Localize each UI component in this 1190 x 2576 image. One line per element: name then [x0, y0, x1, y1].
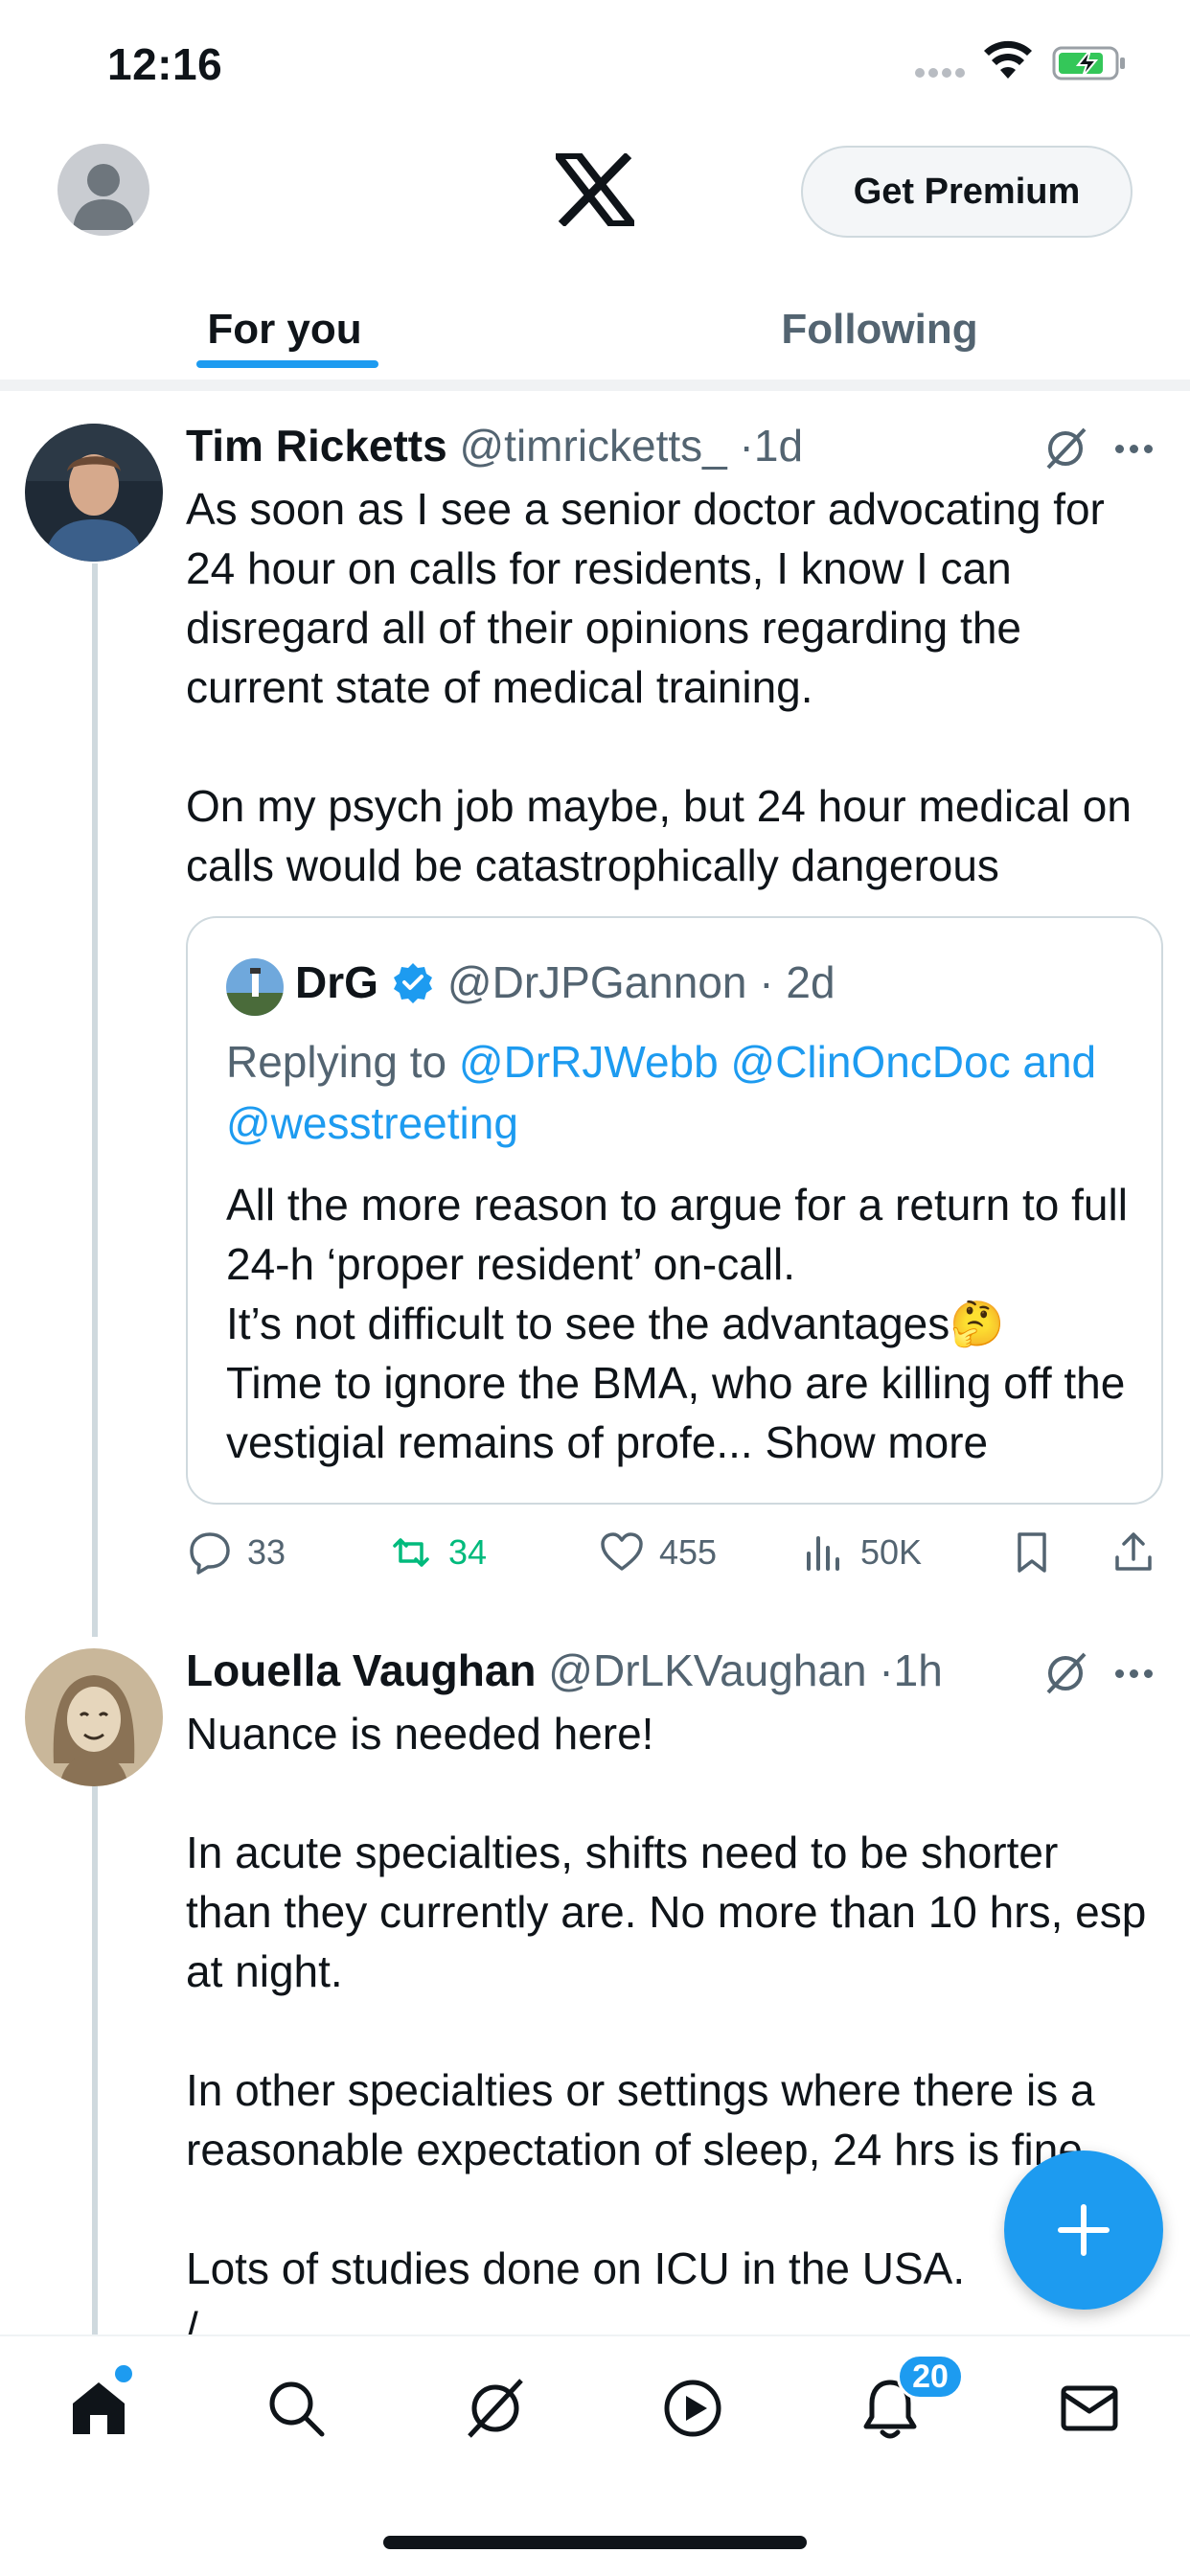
views-chart-icon [807, 1536, 839, 1571]
grok-icon[interactable] [1042, 426, 1088, 472]
tweet-actions: 33 34 455 50K [186, 1524, 1163, 1581]
repost-count: 34 [448, 1532, 488, 1572]
more-options-icon[interactable] [1115, 1666, 1161, 1685]
tab-following[interactable]: Following [569, 278, 1190, 381]
quoted-text-content: All the more reason to argue for a retur… [226, 1180, 1128, 1467]
quoted-header: DrG @DrJPGannon · 2d [295, 956, 835, 1008]
battery-charging-icon [1052, 46, 1125, 80]
default-avatar-icon [73, 164, 134, 230]
author-name[interactable]: Tim Ricketts [186, 421, 447, 471]
verified-badge-icon [393, 963, 432, 1003]
bookmark-button[interactable] [1008, 1524, 1069, 1581]
home-icon [73, 2382, 125, 2434]
plus-icon [1058, 2204, 1110, 2256]
author-handle[interactable]: @timricketts_ [459, 421, 726, 471]
quoted-author-name: DrG [295, 957, 378, 1007]
author-handle[interactable]: @DrLKVaughan [548, 1645, 866, 1695]
repost-icon [393, 1538, 429, 1567]
thread-line [92, 564, 98, 1637]
share-button[interactable] [1110, 1524, 1171, 1581]
home-unread-dot [115, 2365, 132, 2382]
quoted-author-handle: @DrJPGannon [446, 957, 747, 1007]
play-icon [664, 2380, 721, 2437]
notifications-badge: 20 [897, 2354, 964, 2400]
grok-icon [468, 2379, 523, 2438]
tweet-time: 1d [753, 421, 804, 471]
tweet-text: As soon as I see a senior doctor advocat… [186, 484, 1132, 890]
mail-icon [1061, 2385, 1118, 2431]
get-premium-button[interactable]: Get Premium [801, 146, 1133, 238]
replying-to-prefix: Replying to [226, 1037, 459, 1087]
nav-messages[interactable] [1046, 2365, 1133, 2451]
tweet-avatar[interactable] [25, 424, 163, 562]
status-time: 12:16 [107, 39, 223, 89]
profile-avatar-button[interactable] [57, 144, 149, 236]
quoted-tweet[interactable]: DrG @DrJPGannon · 2d Replying to @DrRJWe… [186, 916, 1163, 1505]
header: Get Premium For you Following [0, 134, 1190, 383]
compose-post-button[interactable] [1004, 2150, 1163, 2310]
divider [0, 380, 1190, 391]
author-name[interactable]: Louella Vaughan [186, 1645, 537, 1695]
separator-dot: · [746, 957, 787, 1007]
home-indicator [383, 2536, 807, 2549]
separator-dot: · [739, 421, 754, 471]
x-logo-icon [556, 153, 634, 226]
tweet-header: Tim Ricketts @timricketts_ ·1d [186, 420, 803, 472]
status-bar: 12:16 [0, 0, 1190, 134]
cellular-signal-icon [915, 65, 971, 79]
grok-icon[interactable] [1042, 1650, 1088, 1696]
share-icon [1115, 1532, 1152, 1571]
heart-icon [601, 1532, 643, 1571]
bookmark-icon [1018, 1532, 1046, 1573]
quoted-tweet-text: All the more reason to argue for a retur… [226, 1175, 1146, 1472]
show-more-link[interactable]: Show more [765, 1417, 988, 1467]
nav-video[interactable] [650, 2365, 736, 2451]
tweet-header: Louella Vaughan @DrLKVaughan ·1h [186, 1644, 943, 1696]
tweet-time: 1h [893, 1645, 943, 1695]
tab-selected-indicator [196, 360, 378, 368]
reply-icon [190, 1532, 230, 1575]
like-count: 455 [659, 1532, 718, 1572]
views-button[interactable]: 50K [799, 1524, 922, 1581]
wifi-icon [984, 40, 1032, 79]
nav-grok[interactable] [452, 2365, 538, 2451]
replying-to: Replying to @DrRJWebb @ClinOncDoc and @w… [226, 1031, 1146, 1154]
nav-search[interactable] [253, 2365, 339, 2451]
repost-button[interactable]: 34 [387, 1524, 487, 1581]
tweet-avatar[interactable] [25, 1648, 163, 1786]
quoted-avatar [226, 958, 284, 1016]
thread-line [92, 1786, 98, 2334]
more-options-icon[interactable] [1115, 441, 1161, 460]
timeline-tabs: For you Following [0, 278, 1190, 381]
separator-dot: · [879, 1645, 894, 1695]
quoted-tweet-time: 2d [786, 957, 835, 1007]
reply-count: 33 [247, 1532, 286, 1572]
search-icon [269, 2381, 325, 2437]
like-button[interactable]: 455 [598, 1524, 717, 1581]
reply-button[interactable]: 33 [186, 1524, 286, 1581]
views-count: 50K [860, 1532, 923, 1572]
